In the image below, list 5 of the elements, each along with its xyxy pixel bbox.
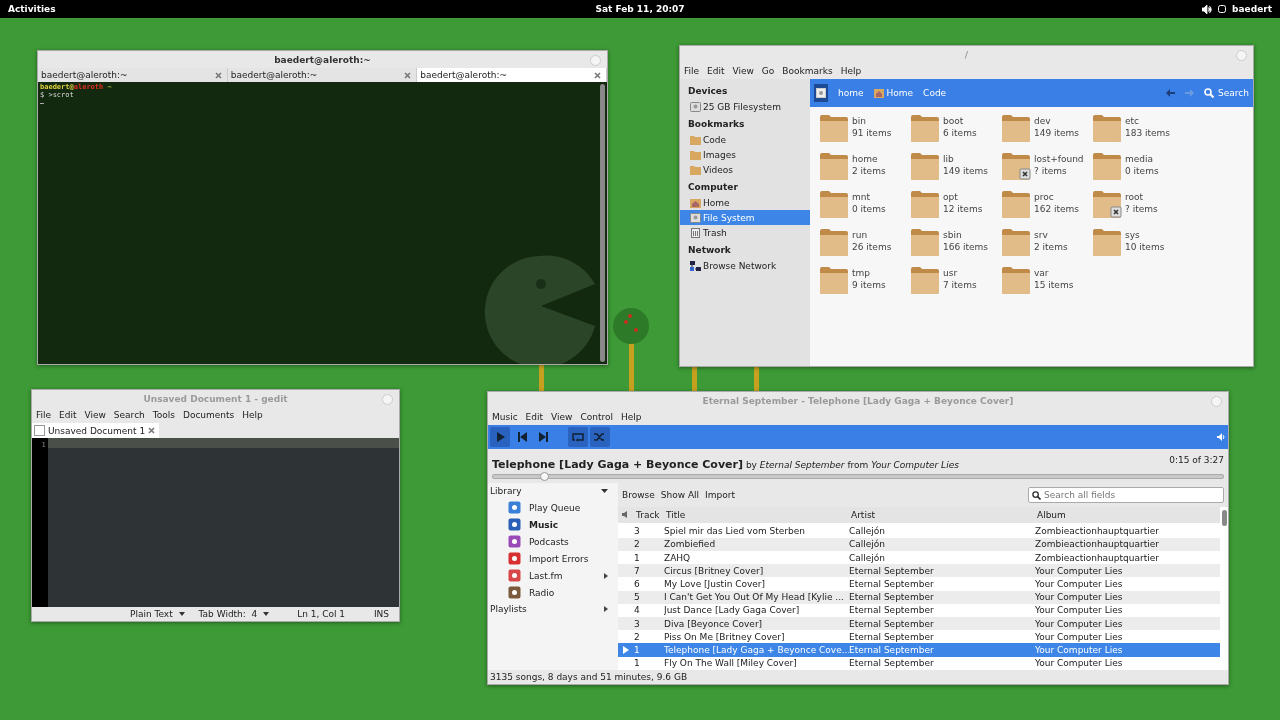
activities-button[interactable]: Activities <box>8 4 56 14</box>
volume-icon[interactable] <box>1202 4 1213 14</box>
clock[interactable]: Sat Feb 11, 20:07 <box>595 4 685 14</box>
user-menu[interactable]: baedert <box>1232 4 1272 14</box>
user-icon[interactable] <box>1218 5 1227 13</box>
